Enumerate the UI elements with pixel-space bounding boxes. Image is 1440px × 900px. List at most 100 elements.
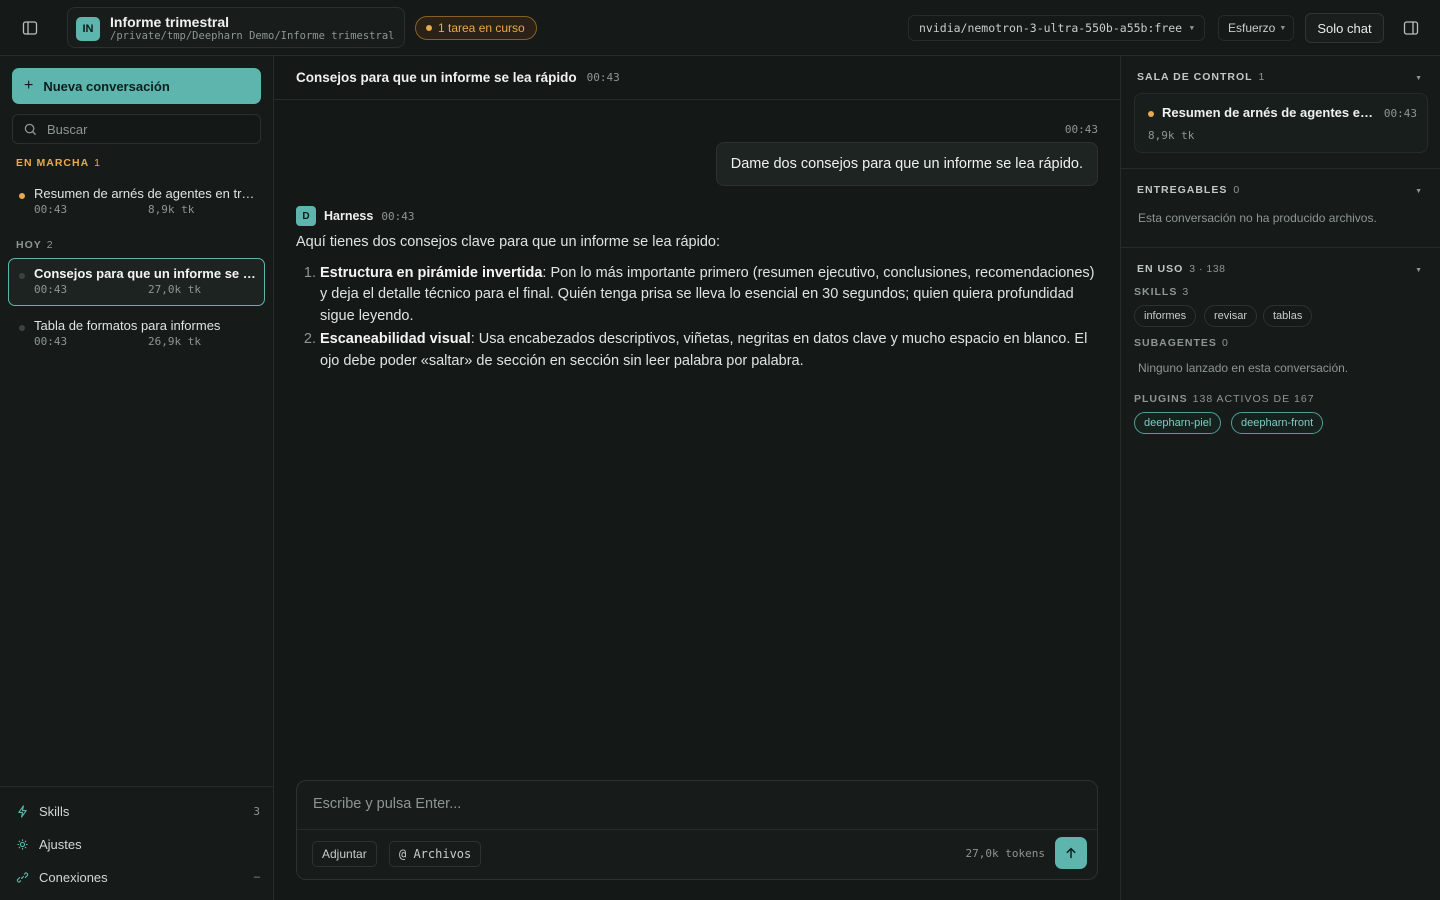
assistant-message: Aquí tienes dos consejos clave para que …: [296, 232, 1100, 374]
sidebar-link-label: Conexiones: [39, 869, 108, 885]
section-title: EN USO: [1137, 263, 1184, 275]
search-box: [12, 114, 261, 144]
attach-button[interactable]: Adjuntar: [312, 841, 377, 867]
plugins-label: PLUGINS 138 ACTIVOS DE 167: [1134, 393, 1315, 405]
token-count: 27,0k tokens: [965, 847, 1045, 860]
running-task-card[interactable]: Resumen de arnés de agentes en t... 00:4…: [1134, 93, 1428, 153]
tip-title: Estructura en pirámide invertida: [320, 264, 543, 281]
skill-chip[interactable]: informes: [1134, 305, 1197, 327]
assistant-list-item: Estructura en pirámide invertida: Pon lo…: [320, 263, 1100, 328]
sidebar-link-label: Skills: [39, 803, 70, 819]
send-button[interactable]: [1055, 837, 1087, 869]
assistant-name: Harness: [324, 209, 374, 223]
assistant-time: 00:43: [381, 209, 415, 223]
connections-status: –: [253, 871, 260, 883]
skill-chip[interactable]: revisar: [1204, 305, 1258, 327]
deliverables-header[interactable]: ENTREGABLES 0: [1137, 184, 1240, 196]
conversation-header: Consejos para que un informe se lea rápi…: [274, 56, 1120, 100]
right-panel: SALA DE CONTROL 1 ▼ Resumen de arnés de a…: [1120, 56, 1440, 900]
effort-select[interactable]: Esfuerzo ▼: [1218, 15, 1294, 41]
sidebar-link-ajustes[interactable]: Ajustes: [16, 832, 260, 856]
files-button[interactable]: @ Archivos: [389, 841, 482, 867]
sub-count: 0: [1221, 337, 1229, 349]
conversation-title: Consejos para que un informe se lea rápi…: [296, 70, 577, 85]
link-icon: [16, 871, 29, 883]
conversation-time: 00:43: [34, 203, 68, 216]
sidebar: + Nueva conversación EN MARCHA 1 Resumen …: [0, 56, 274, 900]
assistant-header: D Harness 00:43: [296, 206, 414, 226]
sidebar-right-icon: [1403, 21, 1419, 35]
conversation-area: Consejos para que un informe se lea rápi…: [274, 56, 1120, 900]
assistant-list-item: Escaneabilidad visual: Usa encabezados d…: [320, 329, 1100, 372]
assistant-avatar: D: [296, 206, 316, 226]
section-title: SALA DE CONTROL: [1137, 71, 1253, 83]
control-room-header[interactable]: SALA DE CONTROL 1: [1137, 71, 1265, 83]
idle-dot-icon: [19, 325, 25, 331]
sub-label: PLUGINS: [1134, 393, 1188, 405]
sidebar-link-conexiones[interactable]: Conexiones –: [16, 865, 260, 889]
chevron-down-icon[interactable]: ▼: [1415, 267, 1422, 274]
skills-count: 3: [253, 804, 260, 818]
new-conversation-label: Nueva conversación: [43, 78, 170, 94]
chevron-down-icon[interactable]: ▼: [1415, 188, 1422, 195]
section-count: 1: [94, 157, 102, 169]
project-path: /private/tmp/Deepharn Demo/Informe trime…: [110, 30, 395, 42]
conversation-item[interactable]: Resumen de arnés de agentes en tre... 00…: [8, 178, 265, 226]
idle-dot-icon: [19, 273, 25, 279]
user-message: Dame dos consejos para que un informe se…: [715, 142, 1098, 186]
sidebar-left-icon: [22, 21, 38, 35]
conversation-item-active[interactable]: Consejos para que un informe se le... 00…: [8, 258, 265, 306]
conversation-tokens: 27,0k tk: [148, 283, 201, 296]
project-switcher[interactable]: IN Informe trimestral /private/tmp/Deeph…: [67, 7, 405, 48]
composer: Adjuntar @ Archivos 27,0k tokens: [296, 780, 1098, 880]
composer-divider: [297, 829, 1097, 830]
conversation-title: Resumen de arnés de agentes en tre...: [34, 186, 258, 201]
model-name: nvidia/nemotron-3-ultra-550b-a55b:free: [919, 21, 1183, 35]
section-label: HOY: [16, 239, 42, 251]
conversation-title: Consejos para que un informe se le...: [34, 266, 258, 281]
divider: [1121, 247, 1440, 248]
task-time: 00:43: [1383, 107, 1417, 120]
running-tasks-pill[interactable]: 1 tarea en curso: [415, 16, 537, 40]
conversation-item[interactable]: Tabla de formatos para informes 00:43 26…: [8, 310, 265, 358]
sidebar-footer: Skills 3 Ajustes Conexiones –: [0, 786, 273, 900]
deliverables-empty: Esta conversación no ha producido archiv…: [1138, 211, 1377, 225]
bolt-icon: [18, 804, 27, 818]
message-input[interactable]: [313, 796, 1073, 820]
plus-icon: +: [24, 77, 34, 94]
chevron-down-icon[interactable]: ▼: [1415, 75, 1422, 82]
sub-count: 138 ACTIVOS DE 167: [1192, 393, 1315, 405]
status-dot-icon: [426, 25, 432, 31]
chevron-down-icon: ▼: [1189, 24, 1194, 32]
assistant-list: Estructura en pirámide invertida: Pon lo…: [296, 263, 1100, 373]
task-title: Resumen de arnés de agentes en t...: [1162, 105, 1374, 120]
section-count: 3 · 138: [1189, 263, 1226, 275]
task-tokens: 8,9k tk: [1148, 129, 1195, 142]
conversation-title: Tabla de formatos para informes: [34, 318, 221, 333]
in-use-header[interactable]: EN USO 3 · 138: [1137, 263, 1225, 275]
sidebar-link-skills[interactable]: Skills 3: [16, 799, 260, 823]
sub-count: 3: [1182, 286, 1190, 298]
user-message-time: 00:43: [1064, 123, 1098, 136]
toggle-right-panel-button[interactable]: [1396, 12, 1426, 44]
arrow-up-icon: [1066, 847, 1076, 859]
toggle-left-sidebar-button[interactable]: [14, 12, 46, 44]
top-bar: IN Informe trimestral /private/tmp/Deeph…: [0, 0, 1440, 56]
section-title: ENTREGABLES: [1137, 184, 1228, 196]
skill-chip[interactable]: tablas: [1263, 305, 1313, 327]
plugin-chip[interactable]: deepharn-front: [1231, 412, 1324, 434]
model-select[interactable]: nvidia/nemotron-3-ultra-550b-a55b:free ▼: [908, 15, 1205, 41]
section-en-marcha: EN MARCHA 1: [16, 157, 101, 169]
solo-chat-button[interactable]: Solo chat: [1305, 13, 1384, 43]
assistant-intro: Aquí tienes dos consejos clave para que …: [296, 234, 720, 250]
section-count: 0: [1233, 184, 1240, 196]
plugin-chip[interactable]: deepharn-piel: [1134, 412, 1222, 434]
running-dot-icon: [19, 193, 25, 199]
sub-label: SKILLS: [1134, 286, 1178, 298]
new-conversation-button[interactable]: + Nueva conversación: [12, 68, 261, 104]
chevron-down-icon: ▼: [1279, 24, 1287, 32]
section-count: 1: [1258, 71, 1265, 83]
conversation-tokens: 26,9k tk: [148, 335, 201, 348]
divider: [1121, 168, 1440, 169]
search-input[interactable]: [47, 121, 237, 137]
